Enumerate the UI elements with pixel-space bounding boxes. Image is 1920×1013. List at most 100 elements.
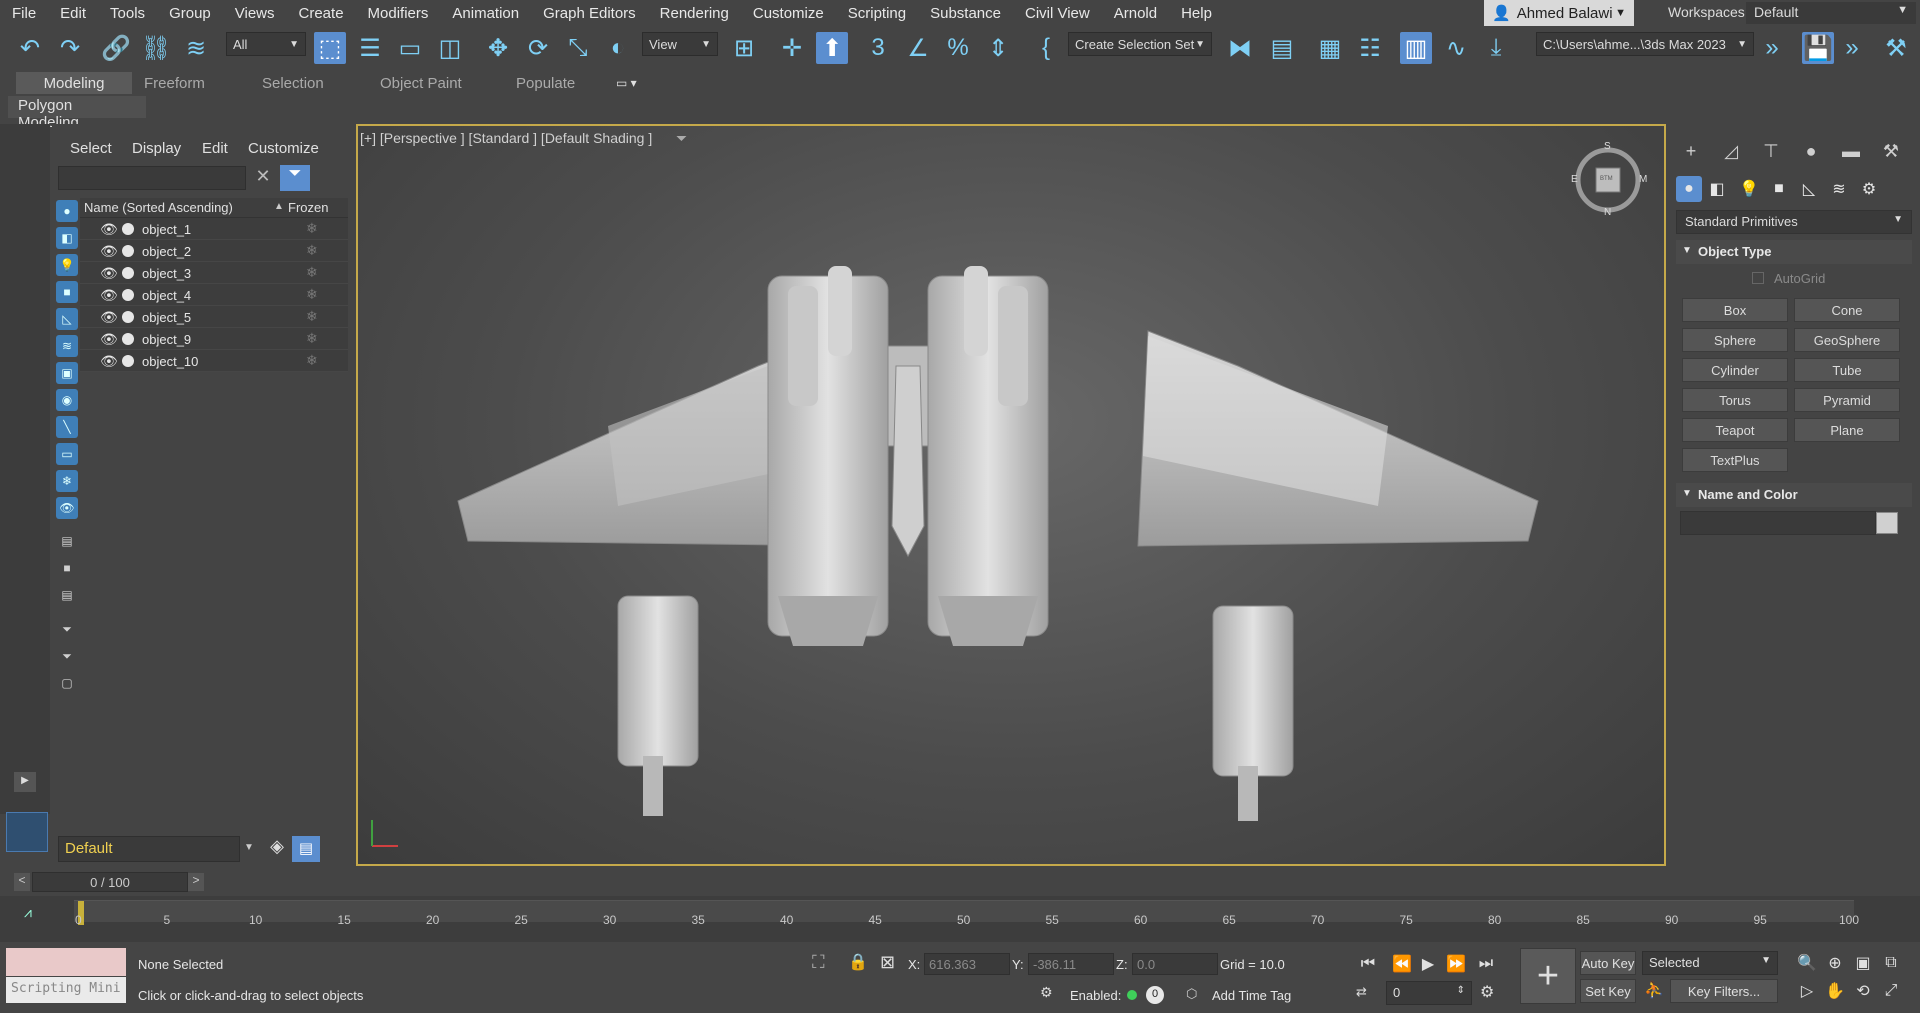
scale-icon[interactable]: ⤡ <box>562 32 594 64</box>
rectangular-selection-icon[interactable]: ▭ <box>394 32 426 64</box>
clear-search-icon[interactable]: ✕ <box>252 166 274 190</box>
settings-wrench-icon[interactable]: ⚒ <box>1880 32 1912 64</box>
workspace-select[interactable]: Default ▼ <box>1746 2 1916 24</box>
visibility-eye-icon[interactable]: 👁 <box>100 287 118 304</box>
maxscript-listener-output[interactable] <box>6 948 126 976</box>
z-coordinate-field[interactable]: 0.0 <box>1132 953 1218 975</box>
menu-scripting[interactable]: Scripting <box>836 5 918 22</box>
absolute-transform-icon[interactable]: ⊠ <box>880 952 895 973</box>
layer-explorer-icon[interactable]: ☷ <box>1354 32 1386 64</box>
display-shapes-icon[interactable]: ◧ <box>56 227 78 249</box>
autogrid-checkbox[interactable] <box>1752 272 1764 284</box>
selection-sets-icon[interactable]: ▢ <box>56 672 78 694</box>
visibility-eye-icon[interactable]: 👁 <box>100 221 118 238</box>
current-frame-spinner[interactable]: 0 ⇕ <box>1386 981 1472 1005</box>
textplus-button[interactable]: TextPlus <box>1682 448 1788 472</box>
menu-graph-editors[interactable]: Graph Editors <box>531 5 648 22</box>
snaps-toggle-icon[interactable]: 3 <box>862 32 894 64</box>
hierarchy-tab-icon[interactable]: ⊤ <box>1758 138 1784 164</box>
sphere-button[interactable]: Sphere <box>1682 328 1788 352</box>
set-key-button[interactable]: Set Key <box>1580 979 1636 1003</box>
spinner-snap-icon[interactable]: ⇕ <box>982 32 1014 64</box>
viewport-layout-icon[interactable] <box>6 812 48 852</box>
render-dot-icon[interactable] <box>122 289 134 301</box>
geometry-category-icon[interactable]: ● <box>1676 176 1702 202</box>
save-icon[interactable]: 💾 <box>1802 32 1834 64</box>
menu-modifiers[interactable]: Modifiers <box>356 5 441 22</box>
maximize-viewport-icon[interactable]: ⤢ <box>1880 980 1902 1002</box>
explorer-row-object-10[interactable]: 👁 object_10 ❄ <box>80 350 348 372</box>
object-type-rollout[interactable]: ▼ Object Type <box>1676 240 1912 264</box>
select-manipulate-icon[interactable]: ✛ <box>776 32 808 64</box>
zoom-all-icon[interactable]: ⊕ <box>1824 952 1846 974</box>
mirror-icon[interactable]: ⧓ <box>1224 32 1256 64</box>
explorer-row-object-1[interactable]: 👁 object_1 ❄ <box>80 218 348 240</box>
play-icon[interactable]: ▶ <box>1416 952 1440 976</box>
display-all-icon[interactable]: ▤ <box>56 530 78 552</box>
explorer-menu-edit[interactable]: Edit <box>202 140 228 157</box>
viewport-label[interactable]: [+] [Perspective ] [Standard ] [Default … <box>360 130 652 146</box>
visibility-eye-icon[interactable]: 👁 <box>100 309 118 326</box>
isolate-selection-icon[interactable]: ⛶ <box>812 952 825 973</box>
go-to-end-icon[interactable]: ⏭ <box>1474 952 1498 976</box>
column-name-header[interactable]: Name (Sorted Ascending) <box>84 200 233 215</box>
box-button[interactable]: Box <box>1682 298 1788 322</box>
display-cameras-icon[interactable]: ■ <box>56 281 78 303</box>
pivot-center-icon[interactable]: ⊞ <box>728 32 760 64</box>
viewcube-east[interactable]: E <box>1571 174 1578 185</box>
select-by-name-icon[interactable]: ☰ <box>354 32 386 64</box>
curve-editor-icon[interactable]: ∿ <box>1440 32 1472 64</box>
menu-arnold[interactable]: Arnold <box>1102 5 1169 22</box>
viewport-filter-icon[interactable]: ⏷ <box>676 130 687 147</box>
object-name-field[interactable] <box>1680 511 1876 535</box>
bind-space-warp-icon[interactable]: ≋ <box>180 32 212 64</box>
freeze-snowflake-icon[interactable]: ❄ <box>306 330 318 347</box>
render-dot-icon[interactable] <box>122 223 134 235</box>
move-icon[interactable]: ✥ <box>482 32 514 64</box>
plane-button[interactable]: Plane <box>1794 418 1900 442</box>
explorer-mode-icon[interactable]: ▤ <box>292 836 320 862</box>
selection-filter-dropdown[interactable]: All ▼ <box>226 32 306 56</box>
explorer-row-object-5[interactable]: 👁 object_5 ❄ <box>80 306 348 328</box>
filter-icon[interactable]: ⏷ <box>280 165 310 191</box>
menu-create[interactable]: Create <box>287 5 356 22</box>
viewcube-west[interactable]: M <box>1639 174 1647 185</box>
key-mode-toggle-icon[interactable]: ⇄ <box>1356 984 1367 1000</box>
pan-view-icon[interactable]: ✋ <box>1824 980 1846 1002</box>
mini-curve-editor-icon[interactable]: ⩘ <box>24 904 32 921</box>
visibility-eye-icon[interactable]: 👁 <box>100 265 118 282</box>
display-containers-icon[interactable]: ▭ <box>56 443 78 465</box>
key-selection-dropdown[interactable]: Selected ▼ <box>1642 951 1778 975</box>
next-frame-icon[interactable]: ⏩ <box>1444 952 1468 976</box>
enabled-counter[interactable]: 0 <box>1146 986 1164 1004</box>
select-object-icon[interactable]: ⬚ <box>314 32 346 64</box>
space-warps-category-icon[interactable]: ≋ <box>1826 176 1852 202</box>
menu-views[interactable]: Views <box>223 5 287 22</box>
schematic-view-icon[interactable]: ⤓ <box>1480 32 1512 64</box>
go-to-start-icon[interactable]: ⏮ <box>1356 952 1380 976</box>
ribbon-tab-selection[interactable]: Selection <box>252 72 334 94</box>
visibility-eye-icon[interactable]: 👁 <box>100 353 118 370</box>
selection-lock-icon[interactable]: 🔒 <box>848 952 868 972</box>
previous-frame-arrow-icon[interactable]: < <box>14 873 30 891</box>
menu-customize[interactable]: Customize <box>741 5 836 22</box>
ribbon-tab-modeling[interactable]: Modeling <box>16 72 132 94</box>
menu-tools[interactable]: Tools <box>98 5 157 22</box>
time-slider[interactable]: 0 / 100 <box>32 872 188 892</box>
window-crossing-icon[interactable]: ◫ <box>434 32 466 64</box>
freeze-snowflake-icon[interactable]: ❄ <box>306 220 318 237</box>
expand-panel-icon[interactable]: ▶ <box>14 772 36 792</box>
keyboard-shortcut-override-icon[interactable]: ⬆ <box>816 32 848 64</box>
viewcube[interactable]: S N E M BTM <box>1571 141 1647 218</box>
rotate-icon[interactable]: ⟳ <box>522 32 554 64</box>
link-icon[interactable]: 🔗 <box>100 32 132 64</box>
display-lights-icon[interactable]: 💡 <box>56 254 78 276</box>
named-selection-set-dropdown[interactable]: Create Selection Set ▼ <box>1068 32 1212 56</box>
cameras-category-icon[interactable]: ■ <box>1766 176 1792 202</box>
display-helpers-icon[interactable]: ◺ <box>56 308 78 330</box>
display-frozen-icon[interactable]: ❄ <box>56 470 78 492</box>
visibility-eye-icon[interactable]: 👁 <box>100 243 118 260</box>
display-hidden-icon[interactable]: 👁 <box>56 497 78 519</box>
freeze-snowflake-icon[interactable]: ❄ <box>306 308 318 325</box>
time-configuration-icon[interactable]: ⚙ <box>1480 982 1494 1002</box>
